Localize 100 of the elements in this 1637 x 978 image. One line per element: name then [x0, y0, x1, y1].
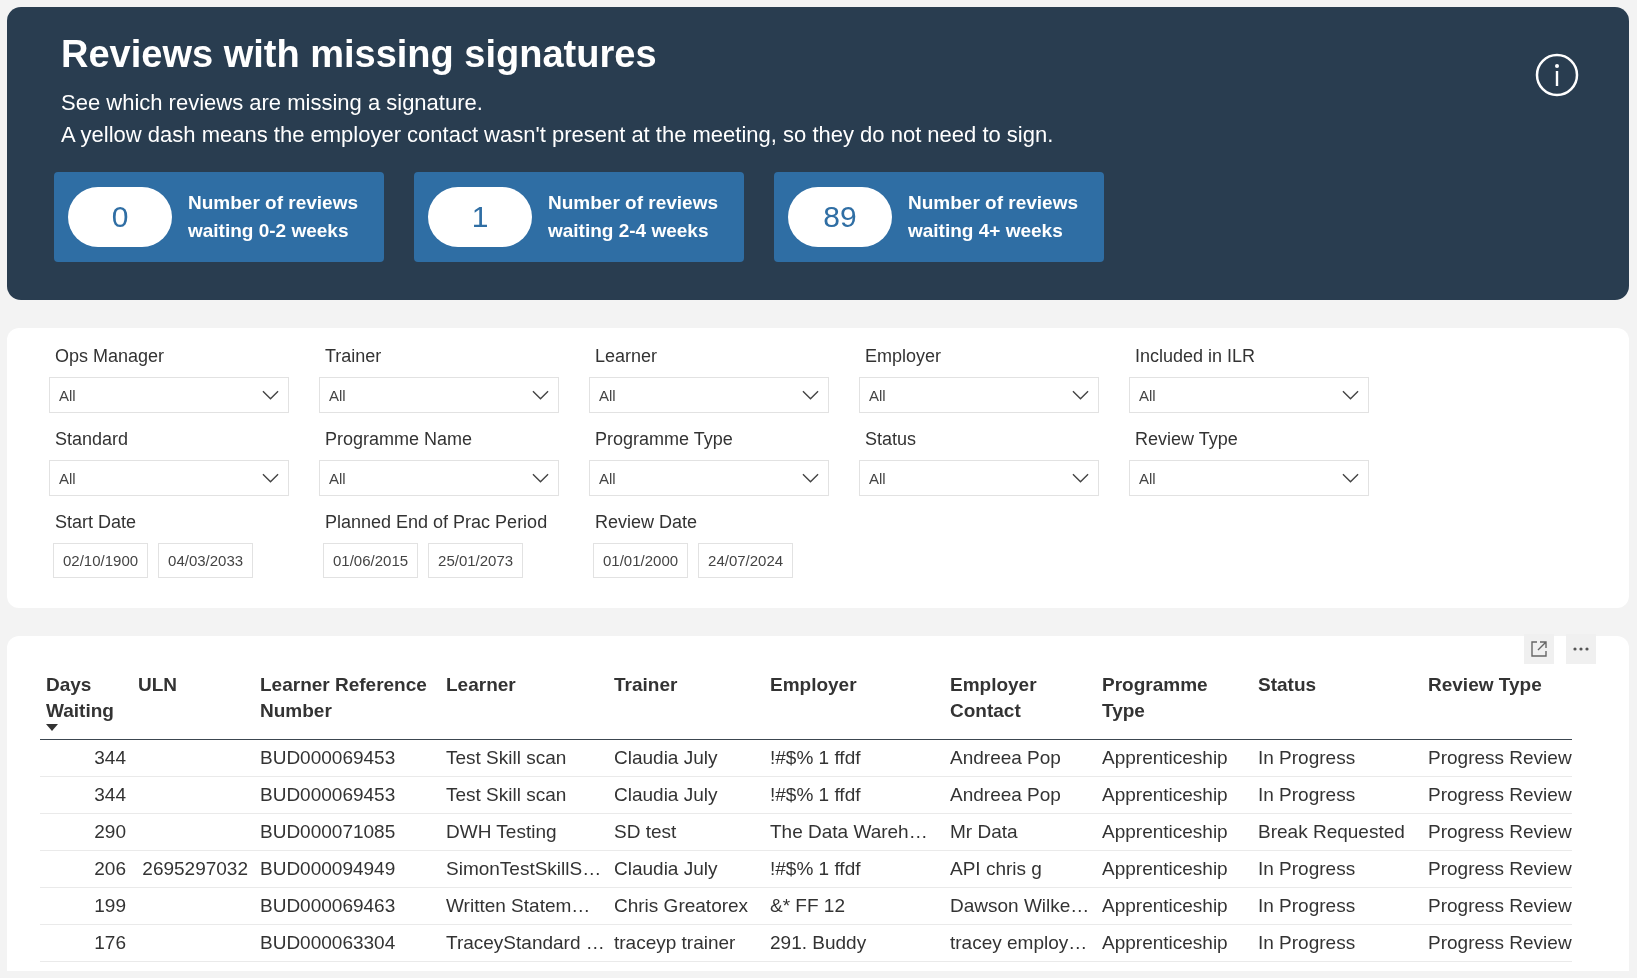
- column-header[interactable]: ULN: [138, 672, 178, 698]
- table-cell: DWH Testing: [446, 821, 557, 844]
- table-cell: In Progress: [1258, 895, 1356, 918]
- chevron-down-icon: [262, 473, 279, 483]
- column-header[interactable]: Programme Type: [1102, 672, 1246, 724]
- date-input[interactable]: 01/06/2015: [323, 543, 419, 578]
- kpi-label: Number of reviews waiting 4+ weeks: [908, 191, 1079, 243]
- table-cell: !#$% 1 ffdf: [770, 858, 861, 881]
- table-cell: Progress Review: [1428, 858, 1572, 881]
- table-cell: Test Skill scan: [446, 784, 567, 807]
- table-cell: traceyp trainer: [614, 932, 736, 955]
- page-title: Reviews with missing signatures: [61, 33, 658, 76]
- filter-label: Status: [865, 429, 918, 450]
- table-cell: Apprenticeship: [1102, 821, 1228, 844]
- table-cell: SimonTestSkillS…: [446, 858, 602, 881]
- table-cell: Test Skill scan: [446, 747, 567, 770]
- table-cell: Progress Review: [1428, 747, 1572, 770]
- kpi-label: Number of reviews waiting 0-2 weeks: [188, 191, 359, 243]
- table-cell: 199: [94, 895, 126, 918]
- column-header[interactable]: Learner Reference Number: [260, 672, 434, 724]
- table-cell: Apprenticeship: [1102, 895, 1228, 918]
- table-cell: In Progress: [1258, 858, 1356, 881]
- filter-label: Employer: [865, 346, 943, 367]
- filter-dropdown[interactable]: All: [49, 377, 289, 413]
- filter-dropdown[interactable]: All: [1129, 460, 1369, 496]
- filter-label: Programme Name: [325, 429, 474, 450]
- filter-dropdown[interactable]: All: [319, 377, 559, 413]
- chevron-down-icon: [1072, 473, 1089, 483]
- table-cell: 176: [94, 932, 126, 955]
- table-cell: Progress Review: [1428, 932, 1572, 955]
- filter-label: Ops Manager: [55, 346, 166, 367]
- table-cell: 206: [94, 858, 126, 881]
- filter-label: Included in ILR: [1135, 346, 1257, 367]
- kpi-label: Number of reviews waiting 2-4 weeks: [548, 191, 719, 243]
- table-cell: Mr Data: [950, 821, 1018, 844]
- table-cell: Apprenticeship: [1102, 858, 1228, 881]
- table-cell: Progress Review: [1428, 895, 1572, 918]
- chevron-down-icon: [802, 390, 819, 400]
- filter-label: Learner: [595, 346, 659, 367]
- more-options-icon[interactable]: [1565, 634, 1597, 664]
- chevron-down-icon: [532, 473, 549, 483]
- date-input[interactable]: 25/01/2073: [428, 543, 524, 578]
- table-cell: Andreea Pop: [950, 747, 1061, 770]
- table-cell: BUD000071085: [260, 821, 396, 844]
- filter-label: Start Date: [55, 512, 138, 533]
- column-header[interactable]: Review Type: [1428, 672, 1542, 698]
- info-icon[interactable]: [1535, 53, 1579, 97]
- table-cell: Claudia July: [614, 784, 718, 807]
- table-cell: BUD000094949: [260, 858, 396, 881]
- column-header[interactable]: Employer: [770, 672, 857, 698]
- filter-label: Standard: [55, 429, 130, 450]
- table-cell: Progress Review: [1428, 784, 1572, 807]
- kpi-value: 0: [111, 200, 129, 234]
- column-header[interactable]: Employer Contact: [950, 672, 1090, 724]
- chevron-down-icon: [1342, 473, 1359, 483]
- filter-dropdown[interactable]: All: [319, 460, 559, 496]
- filter-dropdown[interactable]: All: [49, 460, 289, 496]
- filter-label: Review Type: [1135, 429, 1239, 450]
- table-cell: !#$% 1 ffdf: [770, 747, 861, 770]
- date-input[interactable]: 04/03/2033: [158, 543, 254, 578]
- filter-dropdown[interactable]: All: [859, 460, 1099, 496]
- table-cell: The Data Wareh…: [770, 821, 928, 844]
- table-cell: TraceyStandard …: [446, 932, 605, 955]
- filter-dropdown[interactable]: All: [1129, 377, 1369, 413]
- table-cell: Andreea Pop: [950, 784, 1061, 807]
- table-cell: !#$% 1 ffdf: [770, 784, 861, 807]
- column-header[interactable]: Status: [1258, 672, 1317, 698]
- table-cell: Written Statem…: [446, 895, 591, 918]
- table-cell: In Progress: [1258, 784, 1356, 807]
- date-input[interactable]: 02/10/1900: [53, 543, 149, 578]
- table-cell: API chris g: [950, 858, 1042, 881]
- date-input[interactable]: 24/07/2024: [698, 543, 794, 578]
- column-header[interactable]: Days Waiting: [46, 672, 126, 724]
- table-cell: 2695297032: [142, 858, 248, 881]
- table-cell: BUD000063304: [260, 932, 396, 955]
- table-cell: Break Requested: [1258, 821, 1405, 844]
- filter-label: Planned End of Prac Period: [325, 512, 549, 533]
- table-cell: Apprenticeship: [1102, 747, 1228, 770]
- filter-label: Trainer: [325, 346, 383, 367]
- table-cell: SD test: [614, 821, 677, 844]
- chevron-down-icon: [802, 473, 819, 483]
- table-cell: Dawson Wilke…: [950, 895, 1090, 918]
- chevron-down-icon: [262, 390, 279, 400]
- table-cell: Apprenticeship: [1102, 784, 1228, 807]
- filter-dropdown[interactable]: All: [589, 377, 829, 413]
- filter-dropdown[interactable]: All: [589, 460, 829, 496]
- filter-dropdown[interactable]: All: [859, 377, 1099, 413]
- kpi-value: 89: [823, 200, 857, 234]
- table-cell: 344: [94, 784, 126, 807]
- table-cell: BUD000069463: [260, 895, 396, 918]
- expand-icon[interactable]: [1523, 634, 1555, 664]
- column-header[interactable]: Learner: [446, 672, 516, 698]
- chevron-down-icon: [532, 390, 549, 400]
- table-cell: &* FF 12: [770, 895, 845, 918]
- table-cell: Chris Greatorex: [614, 895, 749, 918]
- table-cell: 290: [94, 821, 126, 844]
- column-header[interactable]: Trainer: [614, 672, 678, 698]
- table-cell: BUD000069453: [260, 747, 396, 770]
- table-cell: Apprenticeship: [1102, 932, 1228, 955]
- date-input[interactable]: 01/01/2000: [593, 543, 689, 578]
